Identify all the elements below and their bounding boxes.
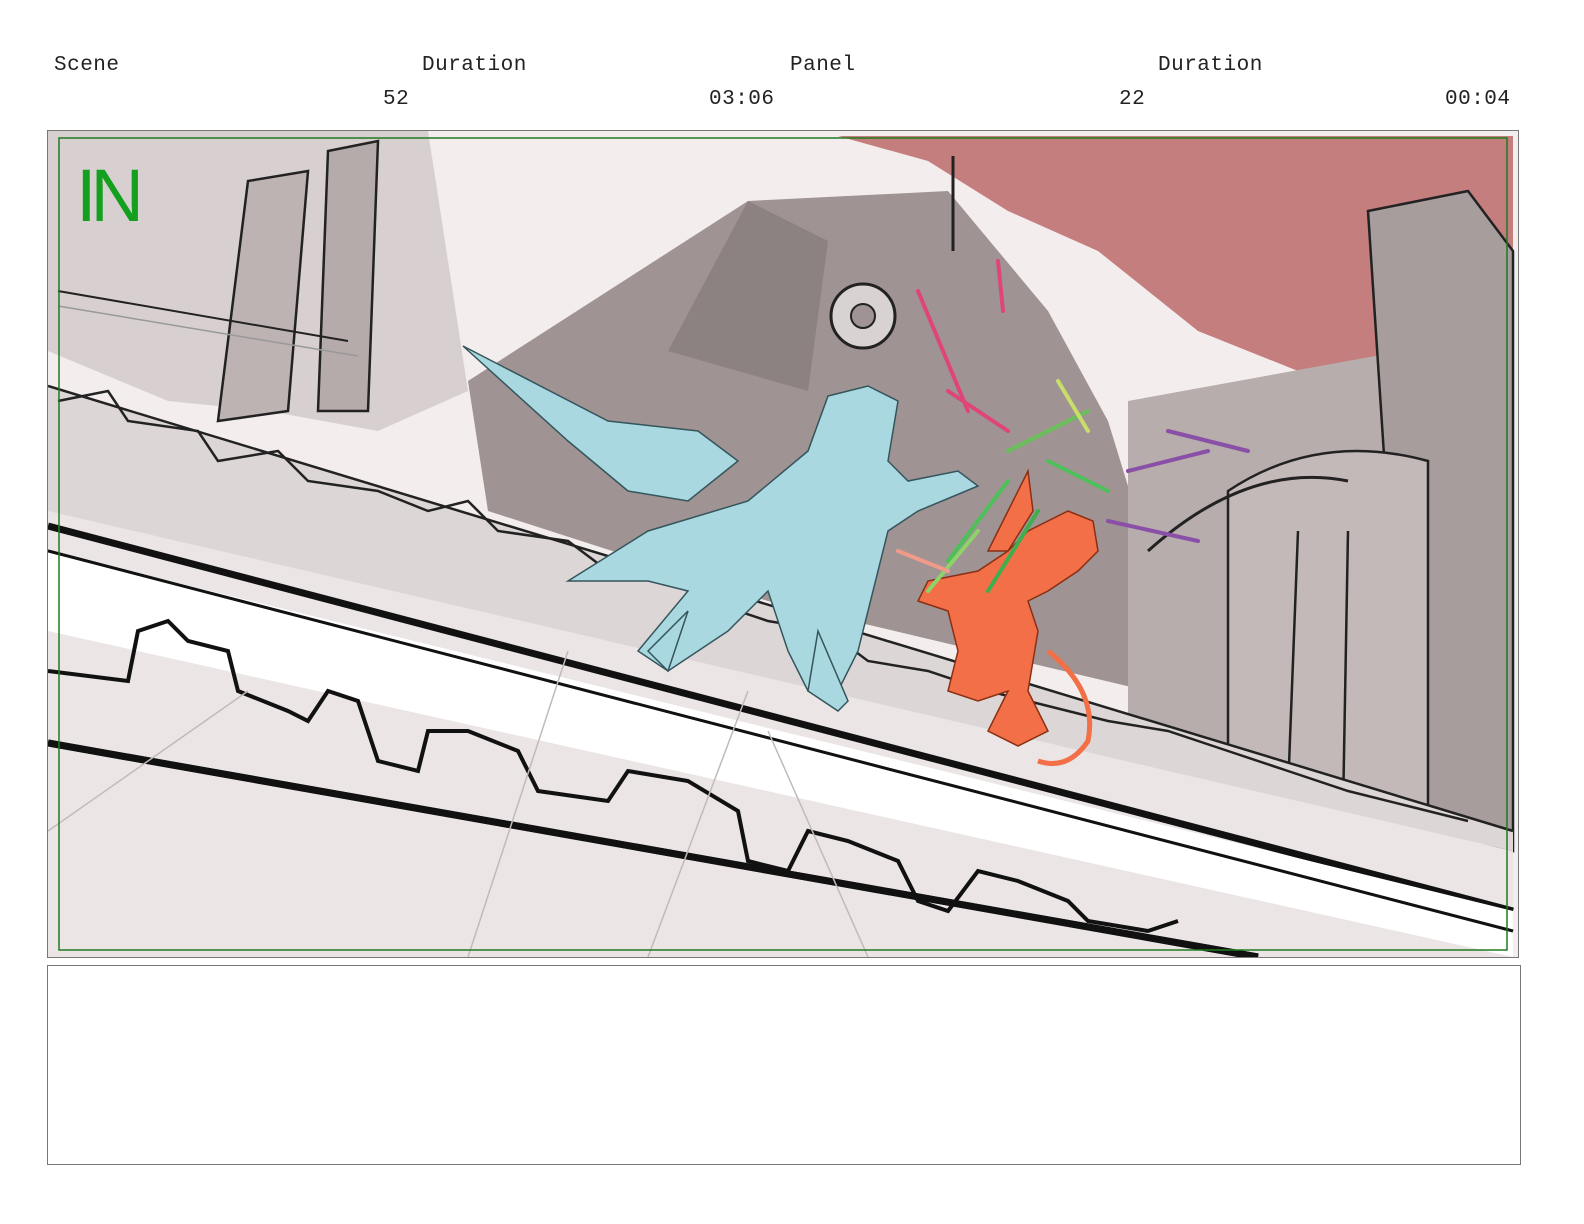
transition-in-marker: IN — [76, 154, 144, 237]
notes-box[interactable] — [47, 965, 1521, 1165]
panel-number: 22 — [1119, 88, 1146, 111]
scene-duration-value: 03:06 — [709, 88, 775, 111]
scene-duration-label: Duration — [422, 54, 527, 77]
storyboard-panel-frame: IN — [47, 130, 1519, 958]
panel-label: Panel — [790, 54, 856, 77]
panel-duration-label: Duration — [1158, 54, 1263, 77]
scene-label: Scene — [54, 54, 120, 77]
scene-number: 52 — [383, 88, 410, 111]
panel-duration-value: 00:04 — [1445, 88, 1511, 111]
storyboard-sketch-image — [48, 131, 1518, 957]
